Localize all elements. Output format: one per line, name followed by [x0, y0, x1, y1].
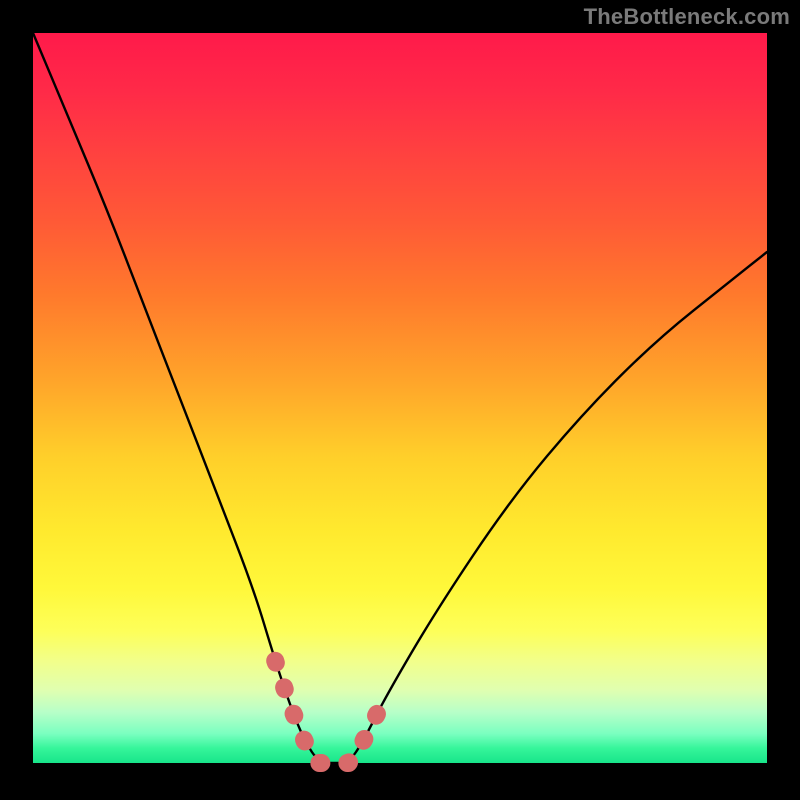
watermark-text: TheBottleneck.com: [584, 4, 790, 30]
chart-frame: TheBottleneck.com: [0, 0, 800, 800]
plot-area: [33, 33, 767, 763]
highlight-segment: [275, 661, 385, 763]
bottleneck-curve: [33, 33, 767, 763]
chart-svg: [33, 33, 767, 763]
